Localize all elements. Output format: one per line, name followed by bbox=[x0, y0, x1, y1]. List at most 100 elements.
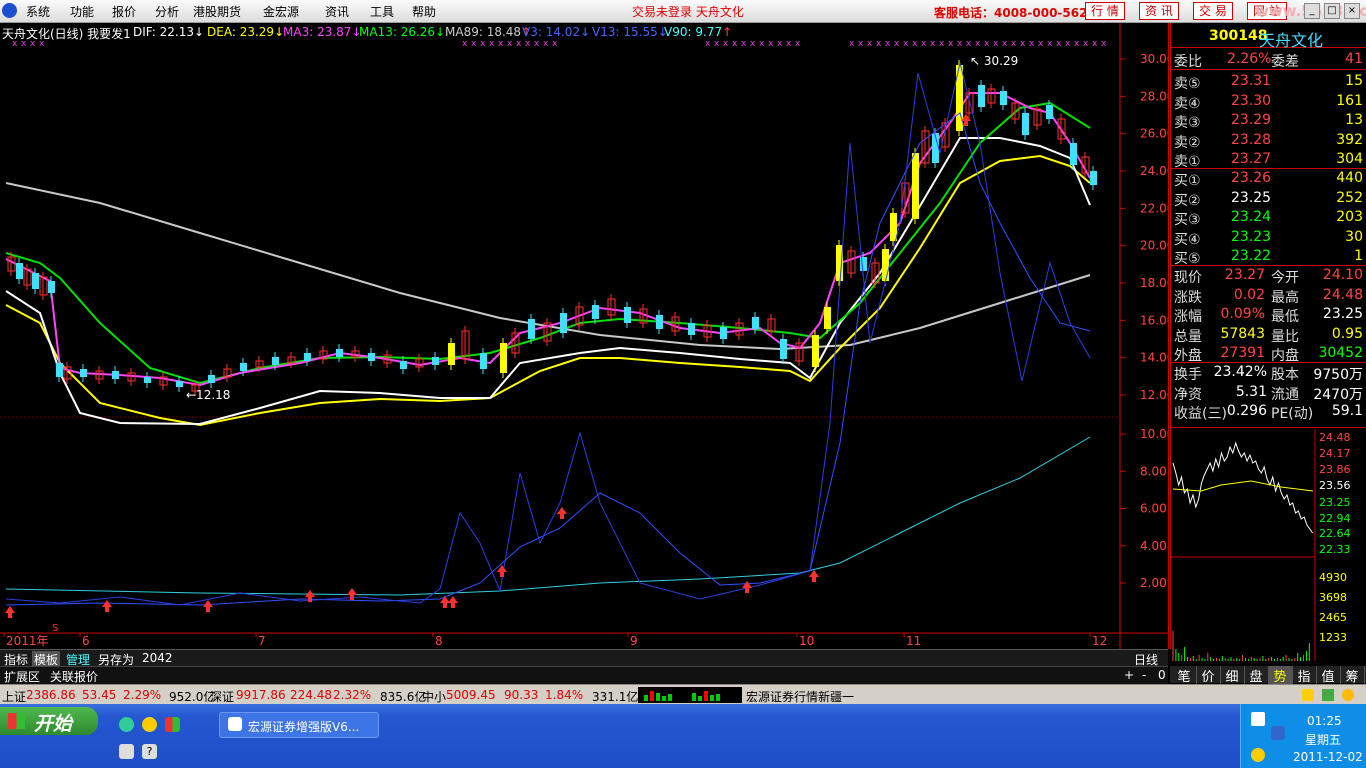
quote-panel: 300148 天舟文化 委比 2.26% 委差 41 24.48 24.17 23.… bbox=[1170, 23, 1366, 661]
menu-bar: 系统 功能 报价 分析 港股期货 金宏源 资讯 工具 帮助 交易未登录 天舟文化… bbox=[0, 0, 1366, 23]
mini-axis-label: 4930 bbox=[1319, 571, 1347, 584]
taskbar-window-button[interactable]: 宏源证券增强版V6... bbox=[219, 712, 379, 738]
tray-network-icon[interactable] bbox=[1251, 712, 1265, 726]
side-tab-price[interactable]: 价 bbox=[1196, 666, 1221, 685]
sz-index-name[interactable]: 深证 bbox=[210, 688, 234, 705]
quicklaunch-ie-icon[interactable] bbox=[119, 717, 134, 732]
maximize-icon[interactable]: □ bbox=[1324, 3, 1340, 19]
tray-tool-icon[interactable] bbox=[1322, 689, 1334, 701]
panel-divider bbox=[1171, 362, 1366, 363]
buy-row: 买② 23.25 252 bbox=[1171, 189, 1366, 209]
stat-row: 涨跌 0.02 最高 24.48 bbox=[1171, 286, 1366, 306]
menu-function[interactable]: 功能 bbox=[70, 3, 94, 20]
intraday-mini-chart[interactable]: 24.48 24.17 23.86 23.56 23.25 22.94 22.64 22.33… bbox=[1171, 429, 1366, 661]
signal-marker: x bbox=[543, 39, 549, 49]
weibi-row: 委比 2.26% 委差 41 bbox=[1171, 50, 1366, 70]
news-ticker[interactable]: 宏源证券行情新疆一 bbox=[746, 688, 854, 705]
y-axis-label: 24.00 bbox=[1140, 164, 1168, 178]
tray-plus-icon[interactable] bbox=[1251, 748, 1265, 762]
kline-chart[interactable]: 30.00 28.00 26.00 24.00 22.00 20.00 18.00 16.00… bbox=[0, 23, 1169, 649]
candle-body bbox=[432, 357, 439, 365]
signal-marker: x bbox=[849, 39, 855, 49]
ind-dea: DEA: 23.29↓ bbox=[207, 25, 285, 39]
quicklaunch-windows-icon[interactable] bbox=[165, 717, 180, 732]
clock-time[interactable]: 01:25 bbox=[1307, 714, 1342, 728]
mini-axis-label: 22.94 bbox=[1319, 512, 1351, 525]
candle-body bbox=[560, 313, 567, 333]
buy-signal-arrow-icon bbox=[440, 596, 450, 608]
quote-button[interactable]: 行 情 bbox=[1085, 2, 1125, 20]
ind-v90: V90: 9.77↑ bbox=[664, 25, 733, 39]
side-tab-chips[interactable]: 筹 bbox=[1340, 666, 1365, 685]
ma89-line bbox=[5, 182, 1091, 351]
stat-value: 27391 bbox=[1220, 345, 1265, 361]
signal-marker: x bbox=[921, 39, 927, 49]
x-axis-label: 7 bbox=[258, 634, 266, 648]
menu-system[interactable]: 系统 bbox=[26, 3, 50, 20]
zx-index-name[interactable]: 中小 bbox=[422, 688, 446, 705]
menu-help[interactable]: 帮助 bbox=[412, 3, 436, 20]
close-icon[interactable]: × bbox=[1344, 3, 1360, 19]
sell-row: 卖⑤ 23.31 15 bbox=[1171, 72, 1366, 92]
menu-hk-futures[interactable]: 港股期货 bbox=[193, 3, 241, 20]
sell-row: 卖④ 23.30 161 bbox=[1171, 92, 1366, 112]
quicklaunch-plus-icon[interactable] bbox=[142, 717, 157, 732]
signal-marker: x bbox=[552, 39, 558, 49]
mini-axis-label: 23.56 bbox=[1319, 479, 1351, 492]
menu-jinhongyuan[interactable]: 金宏源 bbox=[263, 3, 299, 20]
buy-signal-arrow-icon bbox=[102, 600, 112, 612]
dea-line bbox=[5, 154, 1091, 427]
side-tab-book[interactable]: 盘 bbox=[1244, 666, 1269, 685]
zoom-out-button[interactable]: - bbox=[1142, 668, 1146, 682]
buy-label: 买① bbox=[1174, 173, 1201, 189]
tab-extension[interactable]: 扩展区 bbox=[4, 668, 40, 685]
stat-value: 0.09% bbox=[1220, 306, 1265, 322]
zx-index-chg: 90.33 bbox=[504, 688, 539, 702]
signal-marker: x bbox=[858, 39, 864, 49]
menu-analysis[interactable]: 分析 bbox=[155, 3, 179, 20]
buy-signal-arrow-icon bbox=[742, 581, 752, 593]
kline-svg[interactable]: 30.00 28.00 26.00 24.00 22.00 20.00 18.00 16.00… bbox=[0, 23, 1168, 649]
buy-volume: 1 bbox=[1354, 248, 1363, 264]
tab-2042[interactable]: 2042 bbox=[140, 651, 175, 665]
candle-body bbox=[912, 153, 919, 219]
buy-signal-arrow-icon bbox=[448, 596, 458, 608]
side-tab-value[interactable]: 值 bbox=[1316, 666, 1341, 685]
side-tab-trades[interactable]: 笔 bbox=[1172, 666, 1197, 685]
zoom-reset-button[interactable]: 0 bbox=[1158, 668, 1166, 682]
candle-body bbox=[1090, 171, 1097, 185]
tab-related-quote[interactable]: 关联报价 bbox=[50, 668, 98, 685]
sell-label: 卖② bbox=[1174, 134, 1201, 151]
menu-tools[interactable]: 工具 bbox=[370, 3, 394, 20]
stat-label: 涨幅 bbox=[1174, 309, 1202, 325]
side-tab-index[interactable]: 指 bbox=[1292, 666, 1317, 685]
trade-button[interactable]: 交 易 bbox=[1193, 2, 1233, 20]
tray-security-icon[interactable] bbox=[1271, 726, 1285, 740]
tray-lightning-icon[interactable] bbox=[1302, 689, 1314, 701]
side-tab-trend[interactable]: 势 bbox=[1268, 666, 1293, 685]
signal-marker: x bbox=[930, 39, 936, 49]
menu-quote[interactable]: 报价 bbox=[112, 3, 136, 20]
sh-index-name[interactable]: 上证 bbox=[2, 688, 26, 705]
candle-body bbox=[1070, 143, 1077, 165]
app-logo-icon[interactable] bbox=[2, 3, 17, 18]
mini-axis-label: 24.48 bbox=[1319, 431, 1351, 444]
start-button[interactable]: 开始 bbox=[0, 707, 98, 735]
quicklaunch-keyboard-icon[interactable] bbox=[119, 744, 134, 759]
signal-marker: x bbox=[714, 39, 720, 49]
quicklaunch-help-icon[interactable]: ? bbox=[142, 744, 157, 759]
mini-axis-label: 1233 bbox=[1319, 631, 1347, 644]
signal-marker: x bbox=[750, 39, 756, 49]
info-button[interactable]: 资 讯 bbox=[1139, 2, 1179, 20]
candle-body bbox=[1046, 105, 1053, 119]
minimize-icon[interactable]: _ bbox=[1304, 3, 1320, 19]
menu-info[interactable]: 资讯 bbox=[325, 3, 349, 20]
zoom-in-button[interactable]: + bbox=[1124, 668, 1134, 682]
chart-title: 天舟文化(日线) 我要发1 bbox=[2, 27, 131, 41]
signal-marker: x bbox=[894, 39, 900, 49]
tray-alert-icon[interactable] bbox=[1342, 689, 1354, 701]
zx-index-value: 5009.45 bbox=[446, 688, 496, 702]
side-tab-detail[interactable]: 细 bbox=[1220, 666, 1245, 685]
buy-row: 买③ 23.24 203 bbox=[1171, 208, 1366, 228]
buy-volume: 30 bbox=[1345, 228, 1363, 245]
